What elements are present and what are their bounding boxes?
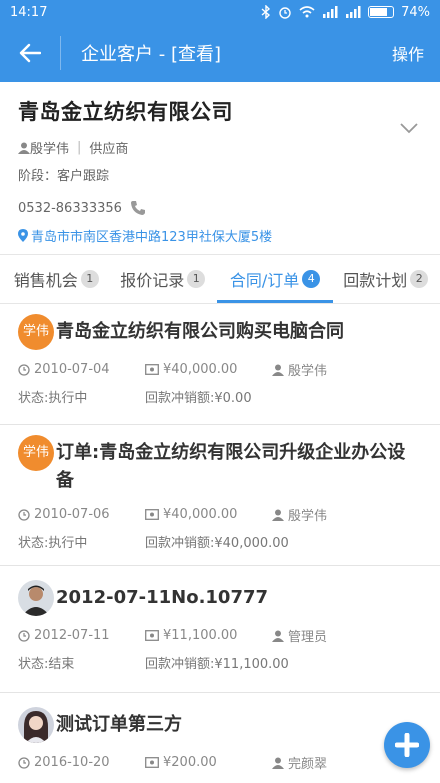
tab-count-badge: 4 — [302, 270, 321, 288]
list-item[interactable]: 学伟 订单:青岛金立纺织有限公司升级企业办公设备 2010-07-06 ¥40,… — [0, 425, 440, 566]
company-address[interactable]: 青岛市市南区香港中路123甲社保大厦5楼 — [31, 226, 272, 245]
avatar — [18, 707, 54, 743]
money-icon — [145, 630, 159, 641]
tab-quotes[interactable]: 报价记录 1 — [109, 255, 217, 303]
clock-icon — [18, 629, 30, 642]
tab-label: 回款计划 — [343, 271, 408, 290]
clock-icon — [18, 363, 30, 376]
money-icon — [145, 757, 159, 768]
order-person: 殷学伟 — [288, 364, 328, 379]
money-icon — [145, 364, 159, 375]
avatar: 学伟 — [18, 435, 54, 471]
order-status: 状态:执行中 — [18, 391, 88, 406]
separator: | — [77, 140, 82, 155]
location-pin-icon — [18, 229, 28, 242]
order-writeoff: 回款冲销额:¥11,100.00 — [145, 657, 289, 672]
user-icon — [272, 630, 284, 642]
user-icon — [272, 757, 284, 769]
order-status: 状态:结束 — [18, 657, 75, 672]
user-icon — [18, 142, 30, 154]
tab-count-badge: 1 — [187, 270, 206, 288]
company-header: 青岛金立纺织有限公司 殷学伟 | 供应商 阶段：客户跟踪 0532-863333… — [0, 82, 440, 254]
signal-icon-2 — [346, 6, 361, 18]
order-title: 青岛金立纺织有限公司购买电脑合同 — [56, 321, 344, 342]
tab-payment-plans[interactable]: 回款计划 2 — [333, 255, 440, 303]
order-title: 订单:青岛金立纺织有限公司升级企业办公设备 — [56, 442, 406, 491]
phone-icon[interactable] — [130, 200, 146, 216]
status-bar: 14:17 74% — [0, 0, 440, 24]
user-icon — [272, 509, 284, 521]
user-icon — [272, 364, 284, 376]
order-date: 2012-07-11 — [34, 628, 110, 643]
avatar: 学伟 — [18, 314, 54, 350]
tab-label: 报价记录 — [120, 271, 185, 290]
order-title: 2012-07-11No.10777 — [56, 587, 269, 608]
alarm-icon — [279, 7, 291, 19]
wifi-icon — [299, 6, 315, 18]
money-icon — [145, 509, 159, 520]
app-bar: 企业客户 - [查看] 操作 — [0, 24, 440, 82]
company-type: 供应商 — [89, 142, 129, 157]
order-date: 2010-07-04 — [34, 362, 110, 377]
company-name: 青岛金立纺织有限公司 — [18, 100, 233, 124]
order-amount: ¥40,000.00 — [163, 507, 238, 522]
bluetooth-icon — [261, 5, 271, 19]
tab-label: 合同/订单 — [229, 271, 300, 290]
order-writeoff: 回款冲销额:¥40,000.00 — [145, 536, 289, 551]
back-button[interactable] — [0, 24, 60, 82]
order-person: 管理员 — [288, 630, 328, 645]
order-person: 完颜翠 — [288, 757, 328, 772]
add-button[interactable] — [384, 722, 430, 768]
page-title: 企业客户 - [查看] — [81, 44, 221, 65]
order-amount: ¥11,100.00 — [163, 628, 238, 643]
tab-sales-opportunities[interactable]: 销售机会 1 — [0, 255, 109, 303]
tab-count-badge: 2 — [410, 270, 429, 288]
list-item[interactable]: 测试订单第三方 2016-10-20 ¥200.00 完颜翠 — [0, 693, 440, 783]
order-amount: ¥40,000.00 — [163, 362, 238, 377]
order-date: 2010-07-06 — [34, 507, 110, 522]
plus-icon — [395, 733, 419, 757]
company-phone: 0532-86333356 — [18, 200, 122, 216]
clock-icon — [18, 508, 30, 521]
signal-icon — [323, 6, 338, 18]
order-list: 学伟 青岛金立纺织有限公司购买电脑合同 2010-07-04 ¥40,000.0… — [0, 304, 440, 783]
tab-count-badge: 1 — [80, 270, 99, 288]
list-item[interactable]: 2012-07-11No.10777 2012-07-11 ¥11,100.00… — [0, 566, 440, 693]
status-time: 14:17 — [10, 4, 48, 20]
battery-icon — [368, 6, 395, 18]
tab-bar: 销售机会 1 报价记录 1 合同/订单 4 回款计划 2 — [0, 254, 440, 304]
order-date: 2016-10-20 — [34, 755, 110, 770]
order-status: 状态:执行中 — [18, 536, 88, 551]
order-title: 测试订单第三方 — [56, 714, 182, 735]
actions-button[interactable]: 操作 — [392, 41, 440, 65]
order-writeoff: 回款冲销额:¥0.00 — [145, 391, 252, 406]
company-stage: 阶段：客户跟踪 — [18, 169, 110, 184]
clock-icon — [18, 756, 30, 769]
arrow-left-icon — [19, 43, 41, 63]
chevron-down-icon[interactable] — [400, 122, 418, 134]
avatar — [18, 580, 54, 616]
tab-label: 销售机会 — [13, 271, 78, 290]
list-item[interactable]: 学伟 青岛金立纺织有限公司购买电脑合同 2010-07-04 ¥40,000.0… — [0, 304, 440, 425]
company-owner: 殷学伟 — [30, 142, 70, 157]
order-person: 殷学伟 — [288, 509, 328, 524]
tab-contracts-orders[interactable]: 合同/订单 4 — [217, 255, 334, 303]
order-amount: ¥200.00 — [163, 755, 217, 770]
battery-percent: 74% — [401, 4, 430, 20]
